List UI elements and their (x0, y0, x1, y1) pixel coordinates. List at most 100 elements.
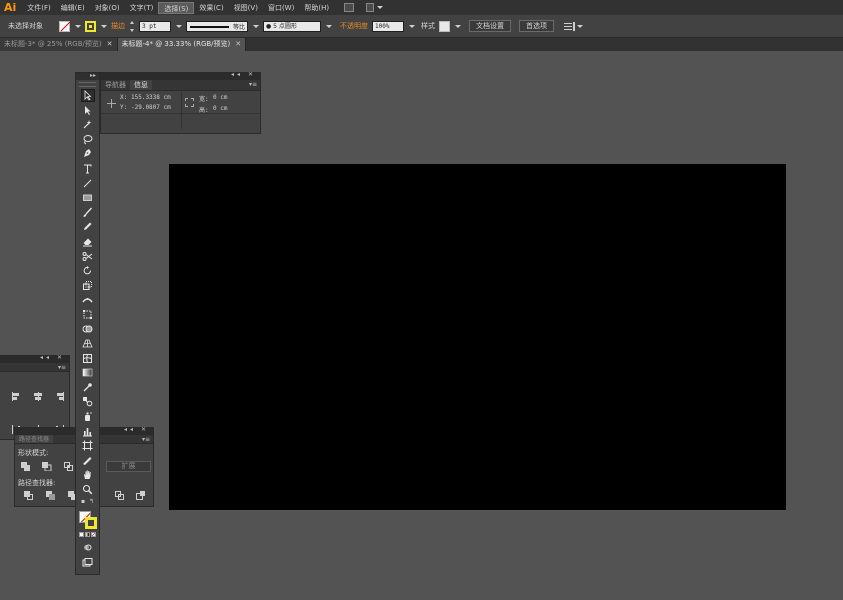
scissors-tool[interactable] (81, 250, 95, 263)
mesh-icon (83, 353, 92, 363)
zoom-tool[interactable] (81, 483, 95, 496)
menu-effect[interactable]: 效果(C) (194, 2, 228, 14)
opacity-label[interactable]: 不透明度 (340, 21, 368, 31)
opacity-field[interactable]: 100% (372, 20, 404, 32)
column-graph-tool[interactable] (81, 425, 95, 438)
stroke-weight-dropdown-icon[interactable] (175, 21, 182, 32)
stroke-color-swatch[interactable] (85, 20, 96, 32)
blend-tool[interactable] (81, 395, 95, 408)
fill-dropdown-icon[interactable] (74, 21, 81, 32)
lasso-tool[interactable] (81, 133, 95, 146)
menu-file[interactable]: 文件(F) (22, 2, 56, 14)
gradient-tool[interactable] (81, 366, 95, 379)
close-icon[interactable]: ✕ (107, 38, 113, 51)
menu-view[interactable]: 视图(V) (229, 2, 263, 14)
intersect-icon[interactable] (64, 462, 74, 471)
artboard[interactable] (169, 164, 786, 510)
stroke-label[interactable]: 描边 (111, 21, 125, 31)
stroke-profile-dropdown-icon[interactable] (252, 21, 259, 32)
menu-type[interactable]: 文字(T) (125, 2, 159, 14)
paintbrush-tool[interactable] (81, 206, 95, 219)
document-setup-button[interactable]: 文档设置 (469, 20, 511, 32)
brush-dropdown-icon[interactable] (325, 21, 332, 32)
align-right-icon[interactable] (55, 392, 65, 401)
free-transform-tool[interactable] (81, 308, 95, 321)
document-tab-2[interactable]: 未标题-4* @ 33.33% (RGB/预览) ✕ (117, 38, 247, 51)
shape-builder-tool[interactable] (81, 323, 95, 336)
panel-grip[interactable] (79, 82, 96, 87)
menu-window[interactable]: 窗口(W) (263, 2, 299, 14)
crop-icon[interactable] (115, 491, 125, 500)
brush-definition-field[interactable]: ● 5 点圆形 (263, 20, 321, 32)
scale-tool[interactable] (81, 279, 95, 292)
stroke-dropdown-icon[interactable] (100, 21, 107, 32)
rotate-tool[interactable] (81, 264, 95, 277)
color-icon[interactable] (79, 532, 84, 538)
tab-navigator[interactable]: 导航器 (101, 80, 130, 90)
bridge-icon[interactable] (344, 3, 355, 12)
arrange-documents-icon[interactable] (366, 2, 384, 13)
pathfinder-tab[interactable]: 路径查找器 (15, 435, 54, 443)
menu-object[interactable]: 对象(O) (90, 2, 125, 14)
rectangle-tool[interactable] (81, 191, 95, 204)
tab-info[interactable]: 信息 (130, 80, 152, 90)
stroke-profile-field[interactable]: 等比 (186, 20, 248, 32)
column-graph-icon (83, 427, 92, 437)
default-colors-icon[interactable]: ▪ (81, 498, 85, 505)
artboard-tool[interactable] (81, 439, 95, 452)
close-icon[interactable]: ✕ (235, 38, 241, 51)
minus-front-icon[interactable] (42, 462, 52, 472)
document-tab-label: 未标题-4* @ 33.33% (RGB/预览) (121, 40, 231, 48)
pencil-tool[interactable] (81, 220, 95, 233)
screen-mode-button[interactable] (81, 556, 95, 569)
perspective-grid-tool[interactable] (81, 337, 95, 350)
direct-selection-tool[interactable] (81, 104, 95, 117)
align-horizontal-center-icon[interactable] (33, 392, 43, 401)
menu-edit[interactable]: 编辑(E) (56, 2, 90, 14)
drawing-mode-button[interactable] (81, 541, 95, 554)
symbol-sprayer-tool[interactable] (81, 410, 95, 423)
fill-color-swatch[interactable] (59, 20, 70, 32)
opacity-dropdown-icon[interactable] (408, 21, 415, 32)
align-left-icon[interactable] (11, 392, 21, 401)
arrange-icon[interactable] (564, 21, 583, 32)
type-tool[interactable] (81, 162, 95, 175)
outline-icon[interactable] (136, 491, 146, 500)
fill-stroke-swatches[interactable] (78, 511, 97, 530)
panel-collapse-icon[interactable]: ▸▸ (90, 72, 96, 79)
panel-menu-icon[interactable]: ▾≡ (142, 436, 150, 443)
graphic-style-dropdown-icon[interactable] (454, 21, 461, 32)
preferences-button[interactable]: 首选项 (519, 20, 554, 32)
divide-icon[interactable] (24, 491, 34, 500)
panel-menu-icon[interactable]: ▾≡ (58, 364, 66, 371)
panel-collapse-icon[interactable]: ◂◂ ✕ (124, 426, 149, 433)
graphic-style-swatch[interactable] (439, 20, 450, 32)
blob-brush-tool[interactable] (81, 235, 95, 248)
line-segment-tool[interactable] (81, 177, 95, 190)
stroke-swatch[interactable] (84, 517, 97, 530)
expand-button[interactable]: 扩展 (106, 461, 151, 472)
gradient-mode-icon[interactable] (85, 532, 90, 538)
menu-help[interactable]: 帮助(H) (299, 2, 334, 14)
hand-icon (84, 470, 91, 480)
pen-tool[interactable] (81, 147, 95, 160)
document-tab-1[interactable]: 未标题-3* @ 25% (RGB/预览) ✕ (0, 38, 118, 51)
draw-normal-icon (84, 544, 92, 551)
swap-colors-icon[interactable]: ↰ (89, 498, 94, 505)
eyedropper-tool[interactable] (81, 381, 95, 394)
magic-wand-tool[interactable] (81, 118, 95, 131)
hand-tool[interactable] (81, 468, 95, 481)
stroke-weight-stepper[interactable] (129, 20, 135, 32)
none-icon[interactable] (91, 532, 96, 538)
menu-select[interactable]: 选择(S) (158, 1, 195, 14)
unite-icon[interactable] (21, 462, 31, 471)
stroke-weight-field[interactable]: 3 pt (139, 20, 171, 32)
mesh-tool[interactable] (81, 352, 95, 365)
panel-collapse-icon[interactable]: ◂◂ ✕ (231, 71, 256, 78)
panel-menu-icon[interactable]: ▾≡ (249, 81, 257, 88)
panel-collapse-icon[interactable]: ◂◂ ✕ (40, 354, 65, 361)
selection-tool[interactable] (80, 89, 95, 102)
width-tool[interactable] (81, 293, 95, 306)
trim-icon[interactable] (46, 491, 56, 500)
slice-tool[interactable] (81, 454, 95, 467)
